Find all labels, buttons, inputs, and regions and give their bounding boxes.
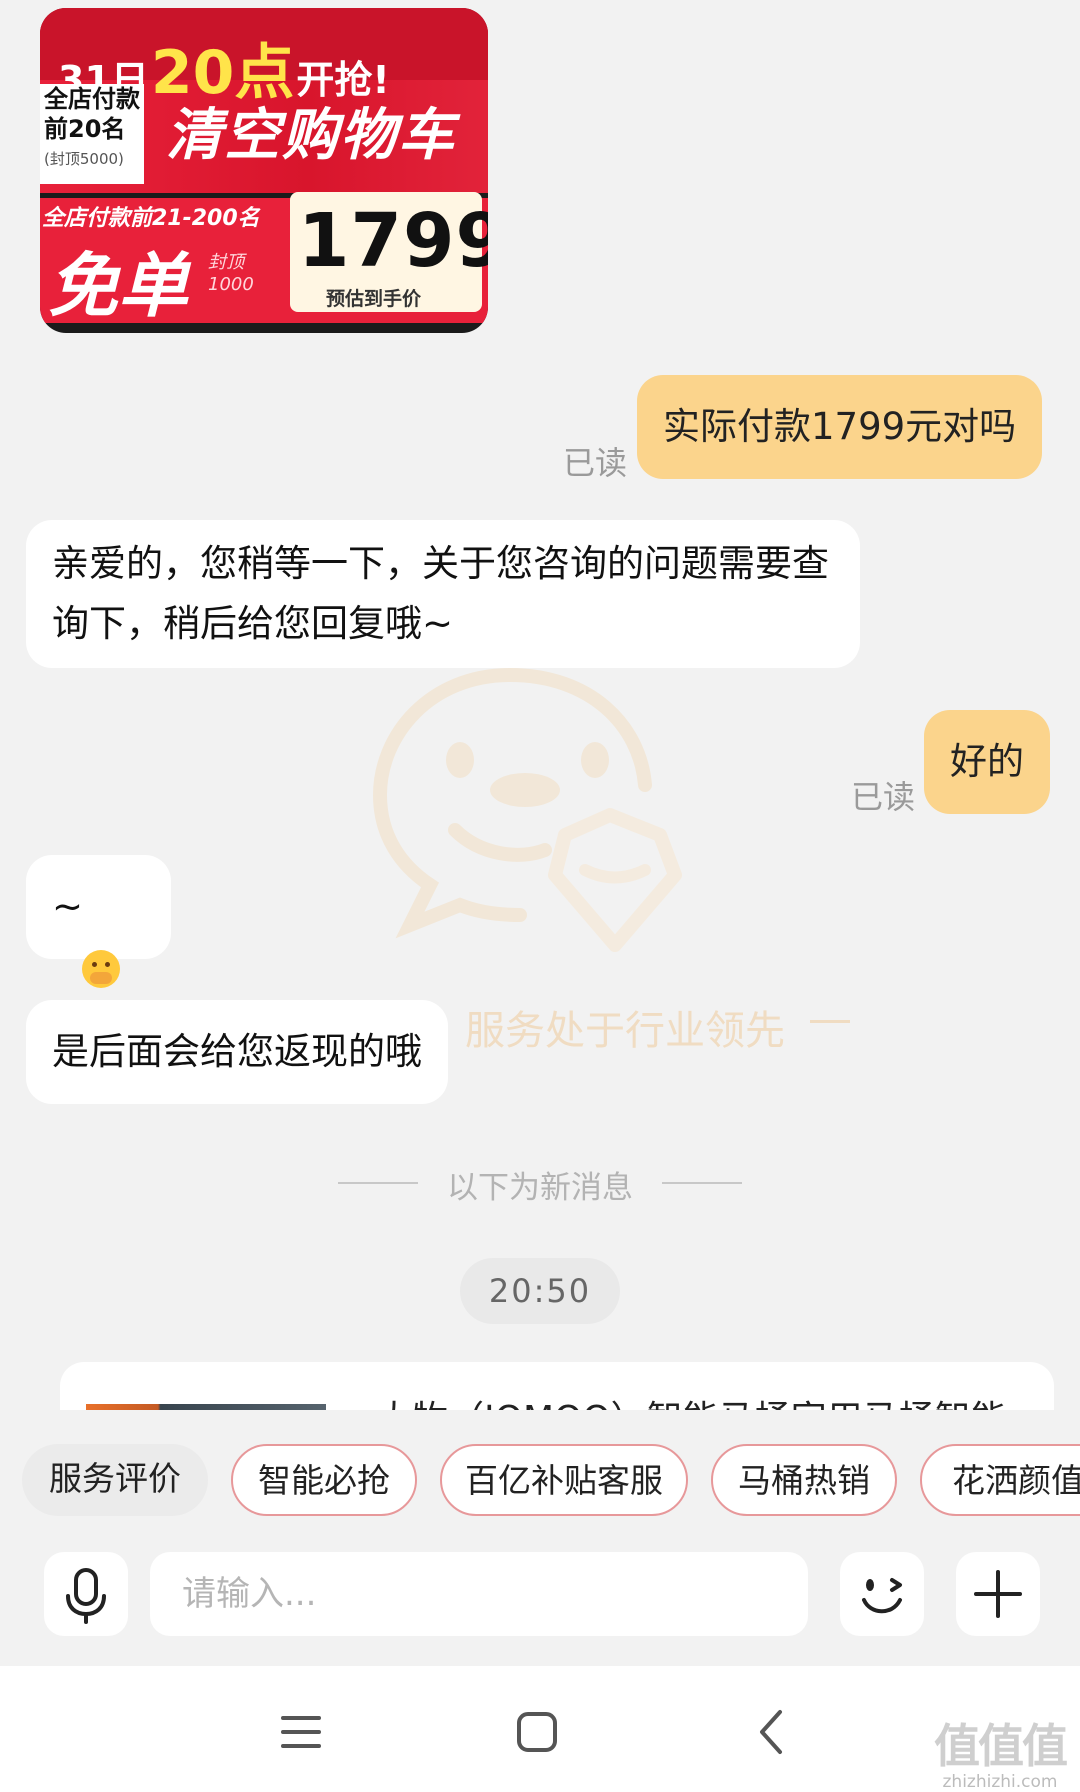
input-bar (0, 1542, 1080, 1666)
promo-rank2: 全店付款前21-200名 (42, 206, 260, 231)
timestamp-pill: 20:50 (460, 1258, 620, 1324)
chat-area[interactable]: 服务处于行业领先 31日20点开抢! 全店付款 前20名 (封顶5000) 清空… (0, 0, 1080, 1410)
voice-button[interactable] (44, 1552, 128, 1636)
message-input-box[interactable] (150, 1552, 808, 1636)
microphone-icon (66, 1568, 106, 1624)
site-watermark-logo: 值值值 zhizhizhi.com (930, 1710, 1070, 1792)
product-card[interactable]: 大牧（JOMOO）智能马桶家用马桶智能 (60, 1362, 1054, 1410)
incoming-message[interactable]: 是后面会给您返现的哦 (26, 1000, 448, 1104)
watermark-text: 服务处于行业领先 (465, 1008, 785, 1054)
promo-cap-line1: 封顶 (208, 252, 244, 273)
menu-icon[interactable] (271, 1702, 331, 1762)
promo-rank1-line1: 全店付款 (44, 85, 140, 113)
message-text: ~ (52, 885, 84, 928)
more-actions-button[interactable] (956, 1552, 1040, 1636)
wink-emoji-icon (862, 1578, 902, 1614)
system-nav-bar (0, 1666, 1080, 1792)
promo-price: 1799 (298, 198, 488, 284)
promo-free-order: 免单 (48, 245, 188, 327)
promo-cap-line2: 1000 (208, 274, 254, 295)
mascot-watermark-icon (372, 668, 682, 952)
divider-line (662, 1182, 742, 1184)
new-messages-divider: 以下为新消息 (0, 1162, 1080, 1207)
read-receipt: 已读 (851, 778, 916, 816)
site-watermark-big: 值值值 (934, 1719, 1068, 1773)
back-icon[interactable] (742, 1702, 802, 1762)
promo-rank1: 全店付款 前20名 (封顶5000) (40, 84, 144, 184)
read-receipt: 已读 (563, 444, 628, 482)
emoji-button[interactable] (840, 1552, 924, 1636)
divider-text: 以下为新消息 (447, 1170, 633, 1206)
promo-rank1-cap: (封顶5000) (44, 150, 124, 168)
quick-reply-chip[interactable]: 花洒颜值爆 (920, 1444, 1080, 1516)
promo-price-label: 预估到手价 (326, 288, 422, 310)
promo-image[interactable]: 31日20点开抢! 全店付款 前20名 (封顶5000) 清空购物车 全店付款前… (40, 8, 488, 333)
incoming-message[interactable]: 亲爱的，您稍等一下，关于您咨询的问题需要查询下，稍后给您回复哦~ (26, 520, 860, 668)
quick-reply-chip[interactable]: 马桶热销 (711, 1444, 897, 1516)
incoming-message[interactable]: ~ (26, 855, 171, 988)
outgoing-message[interactable]: 好的 (924, 710, 1050, 814)
divider-line (338, 1182, 418, 1184)
home-icon[interactable] (507, 1702, 567, 1762)
quick-reply-chip[interactable]: 百亿补贴客服 (440, 1444, 688, 1516)
hushed-face-emoji-icon (82, 949, 120, 988)
promo-cap: 封顶 1000 (208, 252, 254, 296)
promo-rank1-line2: 前20名 (44, 115, 126, 143)
outgoing-message[interactable]: 实际付款1799元对吗 (637, 375, 1043, 479)
promo-clear-cart: 清空购物车 (166, 103, 456, 168)
site-watermark-url: zhizhizhi.com (942, 1772, 1058, 1792)
message-input[interactable] (150, 1552, 808, 1636)
watermark-dash (810, 1020, 850, 1023)
quick-reply-bar: 服务评价 智能必抢 百亿补贴客服 马桶热销 花洒颜值爆 (0, 1410, 1080, 1542)
quick-reply-chip[interactable]: 智能必抢 (231, 1444, 417, 1516)
plus-icon (974, 1570, 1022, 1618)
quick-reply-chip[interactable]: 服务评价 (22, 1444, 208, 1516)
product-title: 大牧（JOMOO）智能马桶家用马桶智能 (376, 1390, 1007, 1410)
